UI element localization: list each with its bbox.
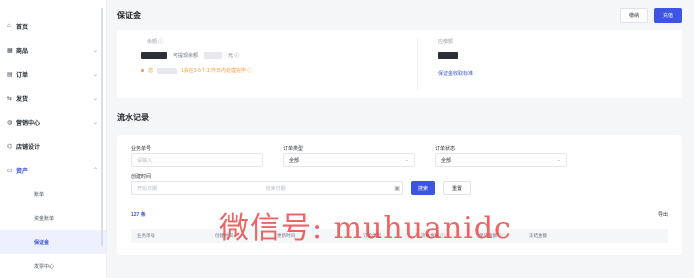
sidebar-item-home[interactable]: ⌂ 首页: [0, 14, 106, 38]
filter-row-1: 业务单号 请输入 订单类型 全部 ⌄ 订单状态 全部 ⌄: [131, 145, 668, 167]
create-time-label: 创建时间: [131, 174, 152, 180]
withdrawable-label: 可提现余额: [173, 52, 199, 59]
home-icon: ⌂: [7, 23, 11, 29]
records-table-header: 业务单号 创建时间 更新时间 订单类型 流水金额 ⓘ 保证金额 ⓘ 冻结金额: [131, 229, 668, 243]
records-title: 流水记录: [117, 113, 149, 122]
sidebar: ⌂ 首页 ▦ 商品 ⌄ ▤ 订单 ⌄ ⇆ 发货 ⌄ ◍ 营销中心 ⌄ ⌬ 店铺设…: [0, 0, 107, 278]
notice-prefix: 您: [148, 68, 154, 74]
sidebar-scrollbar[interactable]: [101, 8, 103, 246]
header-actions: 缴纳 充值: [619, 7, 682, 23]
order-icon: ▤: [7, 71, 13, 78]
store-design-icon: ⌬: [7, 143, 13, 150]
sidebar-item-label: 发货: [16, 96, 29, 103]
filter-row-2: 创建时间 开始日期 结束日期 ▣ 搜索 重置: [131, 173, 668, 195]
required-deposit-label: 应缴额: [438, 39, 454, 45]
assets-icon: ▭: [7, 167, 13, 174]
sidebar-item-label: 店铺设计: [16, 144, 41, 151]
chevron-down-icon: ⌄: [92, 119, 98, 126]
export-button[interactable]: 导出: [658, 211, 668, 218]
sidebar-item-store-design[interactable]: ⌬ 店铺设计: [0, 134, 106, 158]
sidebar-item-shipping[interactable]: ⇆ 发货 ⌄: [0, 86, 106, 110]
sidebar-subitem-bills[interactable]: 账单: [0, 182, 106, 206]
sidebar-item-label: 营销中心: [16, 120, 41, 127]
balance-label: 余额 ⓘ: [147, 39, 164, 45]
page-title: 保证金: [117, 10, 141, 20]
order-status-label: 订单状态: [435, 146, 456, 152]
chevron-down-icon: ⌄: [92, 95, 98, 102]
date-range-row: 开始日期 结束日期 ▣ 搜索 重置: [131, 181, 668, 195]
sidebar-item-marketing[interactable]: ◍ 营销中心 ⌄: [0, 110, 106, 134]
sidebar-item-label: 资产: [16, 168, 29, 175]
order-no-label: 业务单号: [131, 146, 152, 152]
sidebar-item-goods[interactable]: ▦ 商品 ⌄: [0, 38, 106, 62]
sidebar-item-assets[interactable]: ▭ 资产 ⌃: [0, 158, 106, 182]
filter-order-no: 业务单号 请输入: [131, 145, 263, 167]
notice-redacted: [157, 67, 178, 74]
sidebar-item-orders[interactable]: ▤ 订单 ⌄: [0, 62, 106, 86]
marketing-icon: ◍: [7, 119, 13, 126]
search-button[interactable]: 搜索: [411, 181, 435, 195]
reset-button[interactable]: 重置: [443, 181, 471, 195]
col-frozen-amount: 冻结金额: [529, 233, 547, 238]
sidebar-subitem-deposit[interactable]: 保证金: [0, 230, 106, 254]
shipping-icon: ⇆: [7, 95, 13, 102]
calendar-icon: ▣: [394, 185, 401, 192]
sidebar-subitem-invoice[interactable]: 发票中心: [0, 254, 106, 278]
withdrawable-suffix: 元 ⓘ: [228, 52, 240, 59]
records-count-row: 127 条 导出: [131, 209, 668, 219]
notice-text: 1会在3-5个工作日内处理完毕 ⓘ: [181, 68, 253, 74]
balance-section: 余额 ⓘ 可提现余额 元 ⓘ 您 1会在3-5个工作日内处理完毕 ⓘ: [141, 38, 411, 90]
col-created: 创建时间: [215, 233, 233, 238]
balance-row: 可提现余额 元 ⓘ: [141, 49, 411, 61]
main-content: 保证金 缴纳 充值 余额 ⓘ 可提现余额 元 ⓘ 您 1会在3-5个工作日内处理…: [107, 0, 694, 278]
warning-dot-icon: [141, 69, 144, 72]
end-date-input[interactable]: 结束日期: [266, 185, 395, 192]
col-deposit-amount: 保证金额 ⓘ: [479, 233, 503, 238]
sidebar-item-label: 订单: [16, 72, 29, 79]
col-order-no: 业务单号: [137, 233, 155, 238]
recharge-button[interactable]: 充值: [653, 7, 682, 23]
order-no-input[interactable]: 请输入: [131, 153, 263, 167]
chevron-down-icon: ⌄: [92, 47, 98, 54]
sidebar-subitem-fund-bills[interactable]: 资金账单: [0, 206, 106, 230]
chevron-down-icon: ⌄: [92, 71, 98, 78]
order-type-value: 全部: [289, 157, 300, 164]
required-deposit-section: 应缴额 保证金收取标准: [417, 38, 473, 90]
chevron-down-icon: ⌄: [404, 157, 409, 163]
pay-deposit-button[interactable]: 缴纳: [619, 7, 648, 23]
chevron-up-icon: ⌃: [92, 167, 98, 174]
required-amount-redacted: [438, 51, 458, 59]
order-status-value: 全部: [441, 157, 452, 164]
withdrawable-amount-redacted: [204, 51, 223, 59]
start-date-input[interactable]: 开始日期: [137, 185, 266, 192]
order-type-select[interactable]: 全部 ⌄: [283, 153, 415, 167]
app-root: ⌂ 首页 ▦ 商品 ⌄ ▤ 订单 ⌄ ⇆ 发货 ⌄ ◍ 营销中心 ⌄ ⌬ 店铺设…: [0, 0, 694, 278]
date-range-picker[interactable]: 开始日期 结束日期 ▣: [131, 181, 403, 195]
filter-order-status: 订单状态 全部 ⌄: [435, 145, 567, 167]
col-updated: 更新时间: [277, 233, 295, 238]
goods-icon: ▦: [7, 47, 13, 54]
required-deposit-row: [438, 49, 473, 61]
deposit-summary-card: 余额 ⓘ 可提现余额 元 ⓘ 您 1会在3-5个工作日内处理完毕 ⓘ 应缴额 保…: [117, 30, 682, 98]
deposit-standard-link[interactable]: 保证金收取标准: [438, 70, 473, 77]
order-status-select[interactable]: 全部 ⌄: [435, 153, 567, 167]
col-order-type: 订单类型: [363, 233, 381, 238]
records-count: 127 条: [131, 211, 146, 218]
chevron-down-icon: ⌄: [556, 157, 561, 163]
records-filter-card: 业务单号 请输入 订单类型 全部 ⌄ 订单状态 全部 ⌄ 创建时间 开始日期 结…: [117, 135, 682, 255]
page-header: 保证金 缴纳 充值: [117, 0, 682, 30]
balance-amount-redacted: [141, 51, 167, 59]
sidebar-item-label: 商品: [16, 48, 29, 55]
sidebar-item-label: 首页: [16, 24, 29, 31]
order-type-label: 订单类型: [283, 146, 304, 152]
col-flow-amount: 流水金额 ⓘ: [421, 233, 445, 238]
filter-order-type: 订单类型 全部 ⌄: [283, 145, 415, 167]
processing-notice: 您 1会在3-5个工作日内处理完毕 ⓘ: [141, 67, 411, 74]
